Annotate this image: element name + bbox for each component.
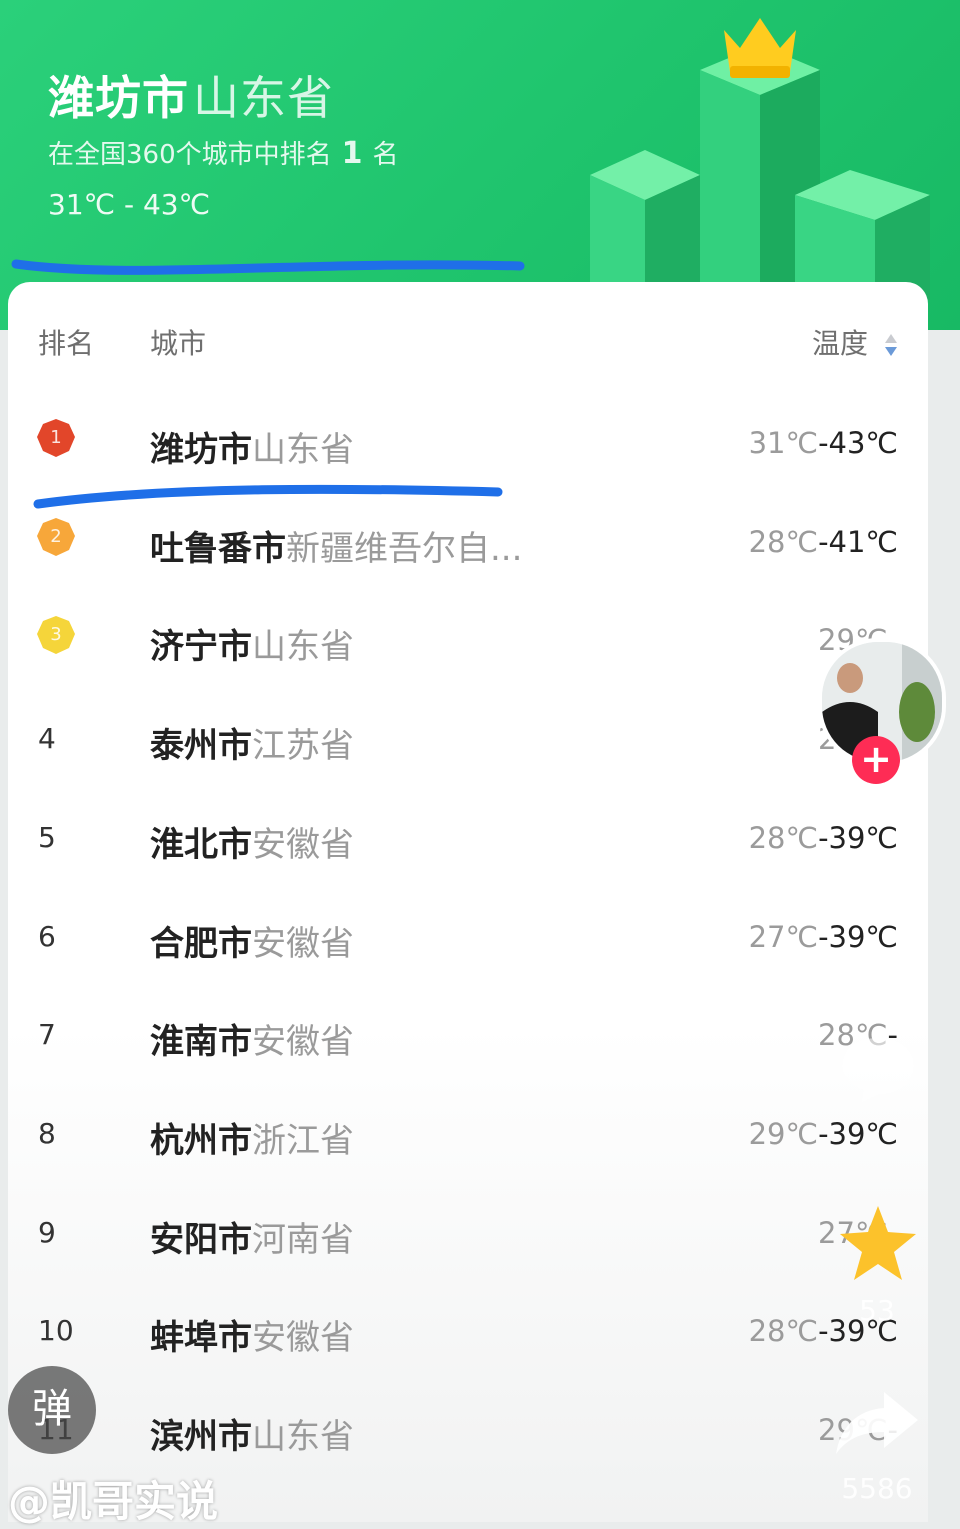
- city-province: 安徽省: [252, 1022, 354, 1063]
- like-heart-icon[interactable]: [832, 850, 922, 930]
- city-name: 合肥市: [150, 923, 252, 964]
- city-cell: 吐鲁番市新疆维吾尔自...: [150, 521, 522, 570]
- favorite-star-icon[interactable]: [836, 1202, 920, 1286]
- medal-icon: 3: [36, 615, 76, 655]
- temp-low: 29℃: [748, 1116, 819, 1151]
- column-header-city: 城市: [150, 327, 207, 360]
- city-cell: 济宁市山东省: [150, 619, 354, 668]
- podium-illustration: [590, 18, 930, 300]
- city-name: 潍坊市: [150, 430, 252, 470]
- city-name: 杭州市: [150, 1120, 252, 1161]
- column-header-rank: 排名: [38, 327, 95, 360]
- medal-icon: 2: [36, 517, 76, 557]
- city-name: 吐鲁番市: [150, 528, 286, 569]
- city-name: 淮北市: [150, 824, 252, 865]
- temp-low: 27℃: [748, 919, 819, 954]
- city-province: 安徽省: [252, 923, 354, 964]
- city-cell: 滨州市山东省: [150, 1409, 354, 1458]
- temp-low: 28℃: [748, 524, 819, 559]
- rank-suffix: 名: [372, 140, 399, 170]
- city-cell: 泰州市江苏省: [150, 718, 354, 767]
- city-cell: 蚌埠市安徽省: [150, 1310, 354, 1359]
- rank-value: 1: [341, 136, 363, 171]
- column-header-temp-label: 温度: [812, 327, 869, 360]
- comment-icon[interactable]: [838, 1032, 918, 1106]
- city-cell: 潍坊市山东省: [150, 422, 354, 471]
- city-cell: 安阳市河南省: [150, 1212, 354, 1261]
- city-cell: 淮北市安徽省: [150, 817, 354, 866]
- city-province: 河南省: [252, 1219, 354, 1260]
- temp-cell: 29℃-39℃: [749, 1117, 898, 1151]
- hero-province: 山东省: [193, 71, 334, 125]
- city-cell: 杭州市浙江省: [150, 1113, 354, 1162]
- follow-button[interactable]: +: [852, 736, 900, 784]
- rank-number: 8: [38, 1116, 56, 1150]
- rank-hero-banner: 潍坊市山东省 在全国360个城市中排名 1 名 31℃ - 43℃: [0, 0, 960, 330]
- city-name: 滨州市: [150, 1417, 252, 1457]
- share-icon[interactable]: [832, 1388, 922, 1458]
- table-row[interactable]: 10 蚌埠市安徽省 28℃-39℃: [8, 1284, 928, 1382]
- temp-high: -41℃: [818, 524, 898, 559]
- temp-low: 28℃: [748, 820, 819, 855]
- city-name: 泰州市: [150, 726, 252, 767]
- temp-cell: 31℃-43℃: [749, 426, 898, 460]
- rank-number: 9: [38, 1215, 56, 1249]
- city-province: 浙江省: [252, 1120, 354, 1161]
- hero-title: 潍坊市山东省: [48, 62, 334, 128]
- rank-prefix: 在全国360个城市中排名: [48, 140, 332, 170]
- crown-icon: [724, 18, 796, 78]
- temp-high: -39℃: [818, 1116, 898, 1151]
- city-province: 安徽省: [252, 824, 354, 865]
- city-cell: 淮南市安徽省: [150, 1014, 354, 1063]
- danmaku-label: 弹: [32, 1386, 72, 1432]
- temp-cell: 28℃-41℃: [749, 525, 898, 559]
- rank-number: 1: [50, 427, 62, 448]
- city-province: 山东省: [252, 430, 354, 470]
- table-row[interactable]: 1 潍坊市山东省 31℃-43℃: [8, 396, 928, 494]
- city-province: 山东省: [252, 1417, 354, 1457]
- city-cell: 合肥市安徽省: [150, 916, 354, 965]
- table-row[interactable]: 5 淮北市安徽省 28℃-39℃: [8, 791, 928, 889]
- hero-rank-line: 在全国360个城市中排名 1 名: [48, 134, 399, 171]
- city-name: 淮南市: [150, 1022, 252, 1063]
- author-handle[interactable]: @凯哥实说: [8, 1468, 218, 1529]
- hero-city: 潍坊市: [48, 71, 189, 125]
- table-row[interactable]: 3济宁市山东省29℃-: [8, 593, 928, 691]
- rank-number: 6: [38, 919, 56, 953]
- table-row[interactable]: 7 淮南市安徽省 28℃-: [8, 988, 928, 1086]
- table-row[interactable]: 8 杭州市浙江省 29℃-39℃: [8, 1087, 928, 1185]
- city-province: 新疆维吾尔自...: [286, 528, 523, 569]
- rank-number: 2: [50, 525, 62, 547]
- temp-low: 31℃: [748, 426, 819, 460]
- city-name: 蚌埠市: [150, 1318, 252, 1359]
- favorite-count: 53: [859, 1294, 895, 1327]
- city-province: 安徽省: [252, 1318, 354, 1359]
- rank-number: 10: [38, 1314, 74, 1348]
- city-name: 安阳市: [150, 1219, 252, 1260]
- column-header-temp[interactable]: 温度: [812, 322, 899, 362]
- rank-number: 3: [50, 624, 62, 646]
- temp-low: 28℃: [748, 1314, 819, 1349]
- table-row[interactable]: 11滨州市山东省29℃-: [8, 1383, 928, 1481]
- table-row[interactable]: 9安阳市河南省27℃-: [8, 1186, 928, 1284]
- table-row[interactable]: 4泰州市江苏省28℃-: [8, 692, 928, 790]
- rank-number: 5: [38, 820, 56, 854]
- rank-number: 4: [38, 722, 56, 756]
- hero-temp-range: 31℃ - 43℃: [48, 188, 211, 221]
- medal-icon: 1: [36, 418, 76, 458]
- sort-icon: [884, 334, 897, 356]
- table-row[interactable]: 6 合肥市安徽省 27℃-39℃: [8, 890, 928, 988]
- danmaku-toggle-button[interactable]: 弹: [8, 1366, 96, 1454]
- table-row[interactable]: 2 吐鲁番市新疆维吾尔自... 28℃-41℃: [8, 495, 928, 593]
- city-province: 山东省: [252, 627, 354, 668]
- city-name: 济宁市: [150, 627, 252, 668]
- temp-high: -43℃: [818, 426, 898, 460]
- share-count: 5586: [841, 1472, 913, 1505]
- city-province: 江苏省: [252, 726, 354, 767]
- rank-number: 7: [38, 1018, 56, 1052]
